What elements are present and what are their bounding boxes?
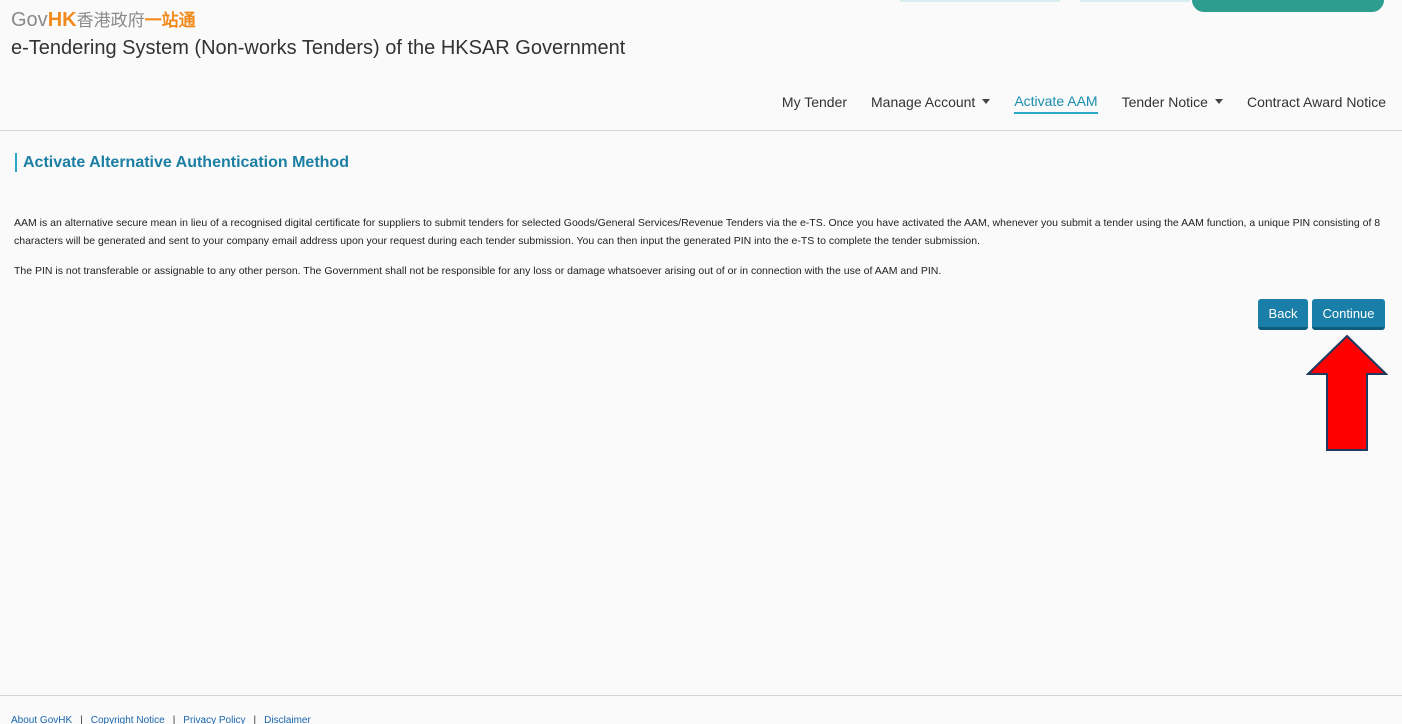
footer-link-about-govhk[interactable]: About GovHK bbox=[11, 715, 72, 724]
aam-description-paragraph: AAM is an alternative secure mean in lie… bbox=[14, 217, 1381, 247]
footer-separator: | bbox=[172, 715, 176, 724]
caret-down-icon bbox=[982, 99, 991, 104]
main-nav: My Tender Manage Account Activate AAM Te… bbox=[758, 93, 1386, 114]
footer-divider bbox=[0, 695, 1402, 696]
footer-separator: | bbox=[80, 715, 83, 724]
nav-label: My Tender bbox=[781, 94, 848, 110]
nav-label: Contract Award Notice bbox=[1246, 94, 1386, 110]
logo-chinese-text: 香港政府 bbox=[76, 11, 145, 30]
back-button[interactable]: Back bbox=[1258, 299, 1308, 330]
nav-label: Tender Notice bbox=[1121, 94, 1208, 110]
nav-activate-aam[interactable]: Activate AAM bbox=[1014, 93, 1098, 114]
footer: About GovHK | Copyright Notice | Privacy Pol… bbox=[11, 715, 311, 724]
header-decoration bbox=[900, 0, 1400, 12]
page: GovHK香港政府一站通 e-Tendering System (Non-wor… bbox=[0, 0, 1402, 724]
decor-tab bbox=[1192, 0, 1384, 12]
govhk-logo[interactable]: GovHK香港政府一站通 bbox=[11, 8, 196, 33]
nav-label: Manage Account bbox=[871, 94, 976, 110]
caret-down-icon bbox=[1214, 99, 1223, 104]
aam-disclaimer-paragraph: The PIN is not transferable or assignabl… bbox=[14, 265, 942, 277]
nav-label: Activate AAM bbox=[1014, 93, 1098, 109]
system-title: e-Tendering System (Non-works Tenders) o… bbox=[11, 37, 626, 59]
nav-contract-award-notice[interactable]: Contract Award Notice bbox=[1247, 94, 1386, 113]
logo-chinese-highlight: 一站通 bbox=[144, 11, 196, 30]
header-divider bbox=[0, 130, 1402, 131]
logo-gov-text: Gov bbox=[11, 9, 48, 31]
nav-manage-account[interactable]: Manage Account bbox=[871, 94, 991, 113]
footer-link-copyright-notice[interactable]: Copyright Notice bbox=[91, 715, 165, 724]
logo-hk-text: HK bbox=[47, 9, 77, 31]
footer-separator: | bbox=[253, 715, 257, 724]
red-arrow-annotation-icon bbox=[1306, 334, 1388, 451]
nav-tender-notice[interactable]: Tender Notice bbox=[1122, 94, 1223, 113]
page-title: Activate Alternative Authentication Meth… bbox=[15, 153, 349, 172]
continue-button[interactable]: Continue bbox=[1312, 299, 1385, 330]
footer-link-disclaimer[interactable]: Disclaimer bbox=[264, 715, 311, 724]
nav-my-tender[interactable]: My Tender bbox=[782, 94, 847, 113]
decor-line bbox=[1080, 0, 1190, 2]
decor-line bbox=[900, 0, 1060, 2]
footer-link-privacy-policy[interactable]: Privacy Policy bbox=[183, 715, 245, 724]
